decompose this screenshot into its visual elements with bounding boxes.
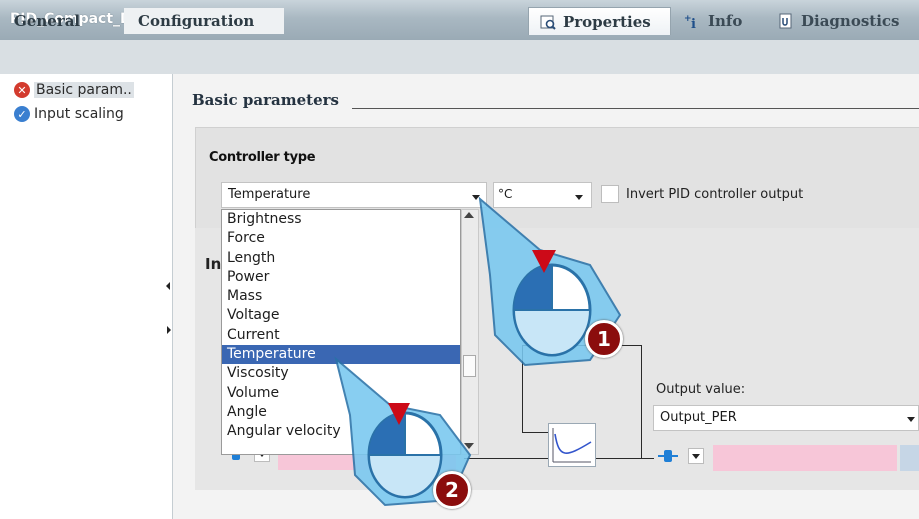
dropdown-option[interactable]: Length <box>222 249 460 268</box>
chevron-down-icon[interactable] <box>904 410 918 428</box>
svg-text:i: i <box>691 17 696 29</box>
tab-info[interactable]: + i Info <box>674 7 764 35</box>
expand-right-arrow-icon[interactable] <box>167 326 171 334</box>
section-divider <box>352 108 919 109</box>
pid-controller-block <box>548 423 596 467</box>
tab-info-label: Info <box>708 12 743 30</box>
nav-item-input-scaling[interactable]: ✓ Input scaling <box>14 104 124 124</box>
dropdown-option[interactable]: Mass <box>222 287 460 306</box>
output-connector-dropdown[interactable] <box>688 448 704 464</box>
output-value-select[interactable]: Output_PER <box>653 405 919 431</box>
nav-item-label: Basic param.. <box>34 82 134 98</box>
checkmark-icon: ✓ <box>14 106 30 122</box>
signal-line <box>522 432 549 433</box>
output-value-field[interactable] <box>713 445 897 471</box>
nav-item-label: Input scaling <box>34 106 124 122</box>
signal-line <box>596 458 654 459</box>
controller-type-select[interactable]: Temperature <box>221 182 487 208</box>
diagnostics-icon <box>777 12 795 30</box>
step-number-badge: 1 <box>585 320 623 358</box>
output-value-label: Output value: <box>656 382 746 397</box>
tab-general[interactable]: General <box>0 8 118 34</box>
step-response-icon <box>552 428 592 463</box>
nav-item-basic-parameters[interactable]: ✕ Basic param.. <box>14 80 134 100</box>
section-title: Basic parameters <box>192 91 339 109</box>
invert-output-label: Invert PID controller output <box>626 187 804 202</box>
info-icon: + i <box>684 12 702 30</box>
tab-diagnostics[interactable]: Diagnostics <box>767 7 917 35</box>
controller-type-heading: Controller type <box>209 150 316 165</box>
config-navigation <box>0 74 173 519</box>
panel-heading: In <box>205 255 222 273</box>
tab-configuration[interactable]: Configuration <box>124 8 284 34</box>
dropdown-option[interactable]: Force <box>222 229 460 248</box>
connector-icon[interactable] <box>658 448 678 464</box>
error-icon: ✕ <box>14 82 30 98</box>
dropdown-option[interactable]: Brightness <box>222 210 460 229</box>
dropdown-option[interactable]: Voltage <box>222 306 460 325</box>
tab-properties-label: Properties <box>563 12 651 31</box>
subtab-bar <box>0 40 919 74</box>
output-browse-button[interactable] <box>900 445 919 471</box>
properties-icon <box>539 13 557 31</box>
dropdown-option[interactable]: Current <box>222 326 460 345</box>
tab-properties[interactable]: Properties <box>528 7 671 35</box>
signal-line <box>641 345 642 458</box>
step-number-badge: 2 <box>433 471 471 509</box>
dropdown-option[interactable]: Power <box>222 268 460 287</box>
tab-diagnostics-label: Diagnostics <box>801 12 900 30</box>
collapse-left-arrow-icon[interactable] <box>166 282 170 290</box>
